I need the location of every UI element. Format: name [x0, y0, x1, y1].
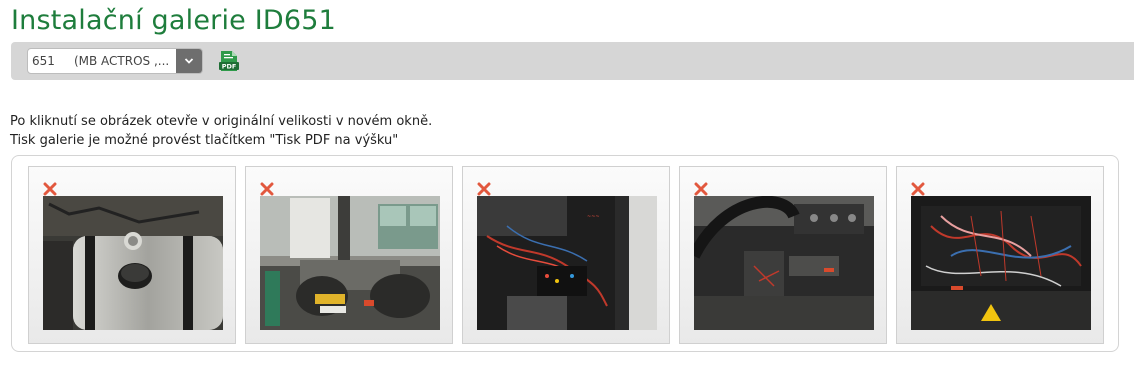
gallery-photo[interactable]: [260, 196, 440, 330]
gallery-select-value: 651 (MB ACTROS ,...: [32, 54, 170, 68]
gallery-item: [679, 166, 887, 344]
gallery-item: [28, 166, 236, 344]
page-title: Instalační galerie ID651: [11, 5, 337, 36]
delete-x-icon[interactable]: [694, 182, 708, 196]
pdf-export-icon[interactable]: PDF: [219, 50, 239, 72]
svg-text:~~~: ~~~: [587, 214, 600, 220]
delete-x-icon[interactable]: [260, 182, 274, 196]
info-line-1: Po kliknutí se obrázek otevře v originál…: [10, 114, 433, 129]
toolbar: 651 (MB ACTROS ,... PDF: [11, 42, 1134, 80]
info-text: Po kliknutí se obrázek otevře v originál…: [10, 112, 432, 150]
chevron-down-icon[interactable]: [176, 49, 202, 73]
svg-text:PDF: PDF: [222, 63, 237, 71]
gallery-item: [896, 166, 1104, 344]
gallery-photo[interactable]: [911, 196, 1091, 330]
gallery-photo[interactable]: ~~~: [477, 196, 657, 330]
gallery: ~~~: [11, 155, 1119, 352]
gallery-select[interactable]: 651 (MB ACTROS ,...: [27, 48, 203, 74]
delete-x-icon[interactable]: [43, 182, 57, 196]
info-line-2: Tisk galerie je možné provést tlačítkem …: [10, 133, 399, 148]
gallery-photo[interactable]: [694, 196, 874, 330]
gallery-photo[interactable]: [43, 196, 223, 330]
gallery-item: [245, 166, 453, 344]
delete-x-icon[interactable]: [477, 182, 491, 196]
delete-x-icon[interactable]: [911, 182, 925, 196]
gallery-item: ~~~: [462, 166, 670, 344]
